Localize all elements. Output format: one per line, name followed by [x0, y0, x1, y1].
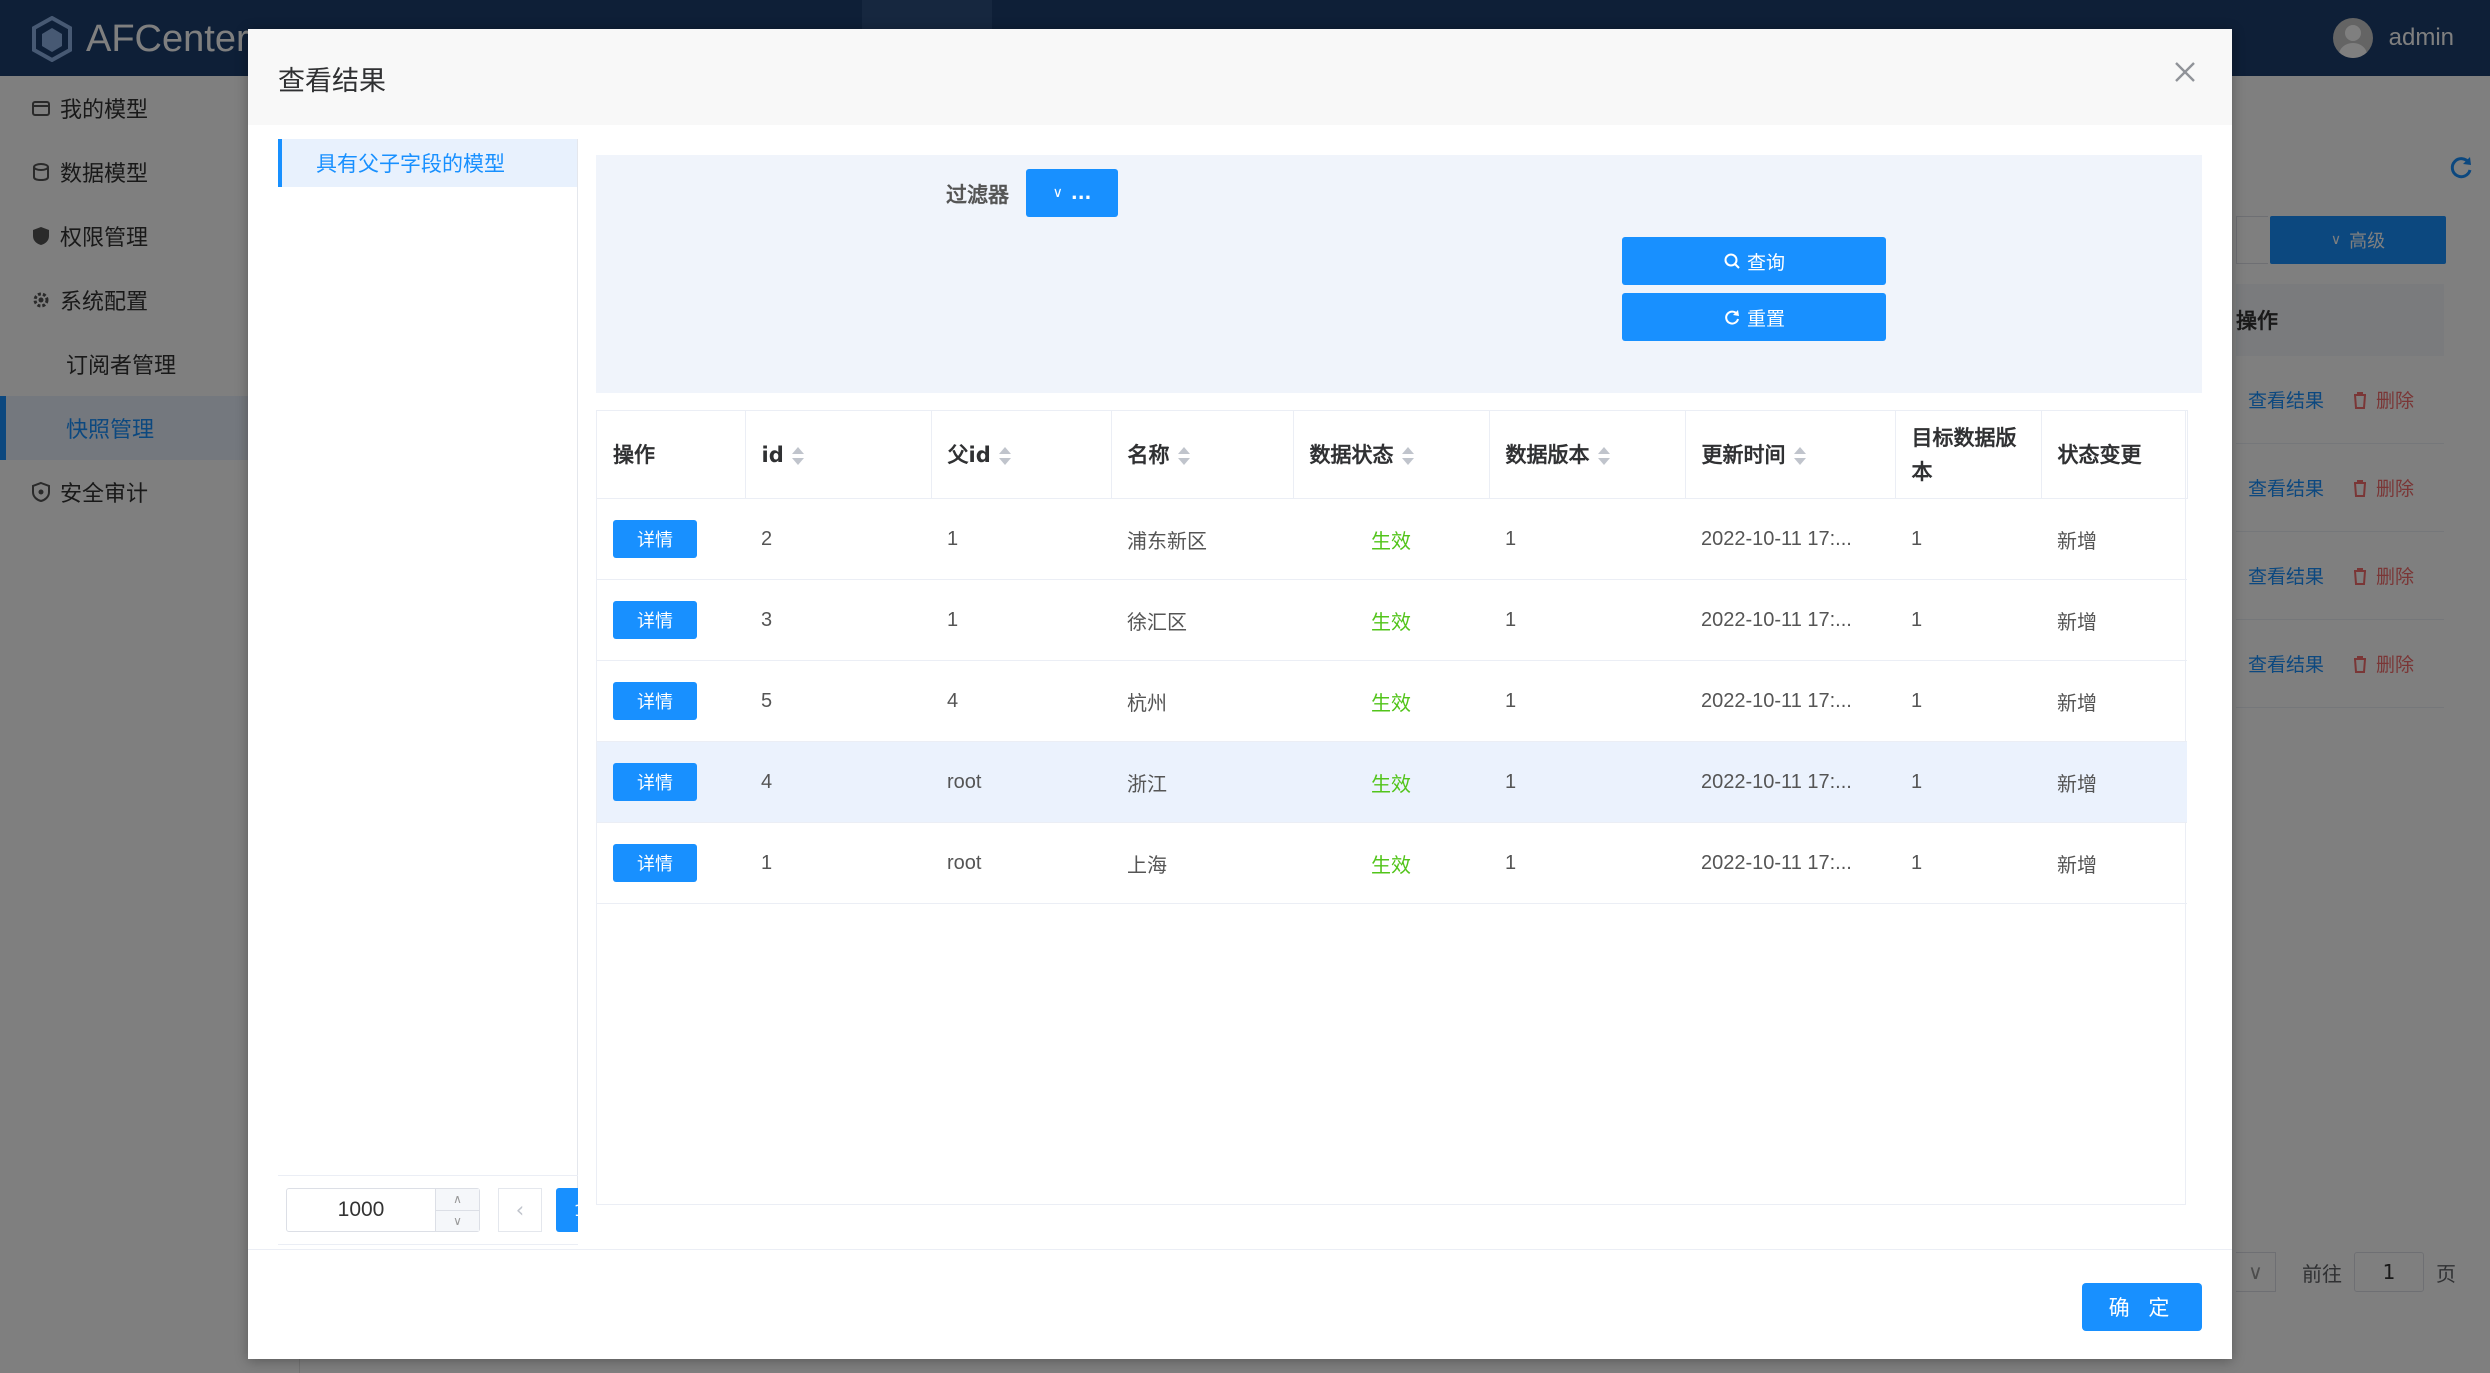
cell-version: 1 [1489, 741, 1685, 823]
dialog-header: 查看结果 [248, 29, 2232, 125]
cell-target-version: 1 [1895, 498, 2041, 580]
detail-button[interactable]: 详情 [613, 520, 697, 558]
refresh-icon [1725, 310, 1739, 325]
detail-button[interactable]: 详情 [613, 601, 697, 639]
table-row: 详情 5 4 杭州 生效 1 2022-10-11 17:... 1 新增 [597, 660, 2187, 742]
cell-target-version: 1 [1895, 741, 2041, 823]
col-header-id[interactable]: id [745, 410, 932, 499]
page-size-stepper[interactable]: 1000 ∧ ∨ [286, 1188, 480, 1232]
chevron-up-icon[interactable]: ∧ [436, 1189, 479, 1211]
sort-icon[interactable] [1597, 446, 1610, 466]
filter-panel: 过滤器 ∨ ... 查询 重置 [596, 155, 2202, 393]
cell-name: 浙江 [1111, 741, 1293, 823]
model-tree-panel: 具有父子字段的模型 1000 ∧ ∨ ‹ 1 [278, 139, 578, 1245]
cell-status: 生效 [1293, 498, 1489, 580]
cell-updated: 2022-10-11 17:... [1685, 660, 1895, 742]
close-icon[interactable] [2172, 59, 2198, 85]
col-header-data-version[interactable]: 数据版本 [1489, 410, 1686, 499]
chevron-left-icon: ‹ [515, 1198, 525, 1222]
prev-page-button[interactable]: ‹ [498, 1188, 542, 1232]
cell-updated: 2022-10-11 17:... [1685, 498, 1895, 580]
cell-name: 浦东新区 [1111, 498, 1293, 580]
cell-parent-id: 1 [931, 579, 1111, 661]
view-result-dialog: 查看结果 具有父子字段的模型 1000 ∧ ∨ ‹ 1 过滤器 ∨ ... 查询 [248, 29, 2232, 1359]
cell-updated: 2022-10-11 17:... [1685, 579, 1895, 661]
cell-id: 5 [745, 660, 931, 742]
cell-id: 2 [745, 498, 931, 580]
cell-updated: 2022-10-11 17:... [1685, 741, 1895, 823]
chevron-down-icon[interactable]: ∨ [436, 1211, 479, 1232]
cell-target-version: 1 [1895, 660, 2041, 742]
cell-parent-id: 1 [931, 498, 1111, 580]
cell-target-version: 1 [1895, 579, 2041, 661]
table-row: 详情 1 root 上海 生效 1 2022-10-11 17:... 1 新增 [597, 822, 2187, 904]
dialog-title: 查看结果 [278, 66, 386, 97]
sort-icon[interactable] [1793, 446, 1806, 466]
cell-status-change: 新增 [2041, 498, 2187, 580]
col-header-status-change: 状态变更 [2041, 410, 2188, 499]
query-button[interactable]: 查询 [1622, 237, 1886, 285]
sort-icon[interactable] [998, 446, 1011, 466]
cell-name: 上海 [1111, 822, 1293, 904]
dialog-footer: 确 定 [248, 1249, 2232, 1359]
table-row: 详情 4 root 浙江 生效 1 2022-10-11 17:... 1 新增 [597, 741, 2187, 823]
cell-version: 1 [1489, 660, 1685, 742]
filter-label: 过滤器 [946, 183, 1009, 207]
table-row: 详情 2 1 浦东新区 生效 1 2022-10-11 17:... 1 新增 [597, 498, 2187, 580]
cell-status-change: 新增 [2041, 660, 2187, 742]
cell-status-change: 新增 [2041, 741, 2187, 823]
sort-icon[interactable] [791, 446, 804, 466]
table-header-row: 操作 id 父id 名称 数据状态 数据版本 更新时间 目标数据版本 状态变更 [597, 410, 2188, 499]
sort-icon[interactable] [1177, 446, 1190, 466]
col-header-data-status[interactable]: 数据状态 [1293, 410, 1490, 499]
tree-item-model[interactable]: 具有父子字段的模型 [278, 139, 577, 187]
col-header-name[interactable]: 名称 [1111, 410, 1294, 499]
cell-id: 4 [745, 741, 931, 823]
filter-dropdown-button[interactable]: ∨ ... [1026, 169, 1118, 217]
cell-parent-id: root [931, 822, 1111, 904]
current-page-button[interactable]: 1 [556, 1188, 578, 1232]
col-header-actions: 操作 [597, 410, 746, 499]
col-header-target-version: 目标数据版本 [1895, 410, 2042, 499]
cell-name: 徐汇区 [1111, 579, 1293, 661]
cell-name: 杭州 [1111, 660, 1293, 742]
cell-status: 生效 [1293, 579, 1489, 661]
cell-target-version: 1 [1895, 822, 2041, 904]
cell-id: 3 [745, 579, 931, 661]
result-table: 操作 id 父id 名称 数据状态 数据版本 更新时间 目标数据版本 状态变更 … [596, 410, 2188, 1205]
cell-status-change: 新增 [2041, 579, 2187, 661]
cell-version: 1 [1489, 822, 1685, 904]
cell-status: 生效 [1293, 660, 1489, 742]
cell-version: 1 [1489, 579, 1685, 661]
detail-button[interactable]: 详情 [613, 844, 697, 882]
cell-status: 生效 [1293, 822, 1489, 904]
cell-status-change: 新增 [2041, 822, 2187, 904]
chevron-down-icon: ∨ [1052, 185, 1063, 201]
cell-parent-id: root [931, 741, 1111, 823]
more-icon: ... [1070, 182, 1092, 204]
detail-button[interactable]: 详情 [613, 682, 697, 720]
detail-button[interactable]: 详情 [613, 763, 697, 801]
tree-pagination: 1000 ∧ ∨ ‹ 1 [278, 1175, 578, 1245]
table-row: 详情 3 1 徐汇区 生效 1 2022-10-11 17:... 1 新增 [597, 579, 2187, 661]
reset-button[interactable]: 重置 [1622, 293, 1886, 341]
cell-updated: 2022-10-11 17:... [1685, 822, 1895, 904]
sort-icon[interactable] [1401, 446, 1414, 466]
stepper-arrows: ∧ ∨ [435, 1189, 479, 1231]
cell-status: 生效 [1293, 741, 1489, 823]
confirm-button[interactable]: 确 定 [2082, 1283, 2202, 1331]
cell-id: 1 [745, 822, 931, 904]
cell-parent-id: 4 [931, 660, 1111, 742]
page-size-value[interactable]: 1000 [287, 1189, 435, 1231]
col-header-parent-id[interactable]: 父id [931, 410, 1112, 499]
search-icon [1724, 253, 1740, 269]
cell-version: 1 [1489, 498, 1685, 580]
col-header-updated-time[interactable]: 更新时间 [1685, 410, 1896, 499]
